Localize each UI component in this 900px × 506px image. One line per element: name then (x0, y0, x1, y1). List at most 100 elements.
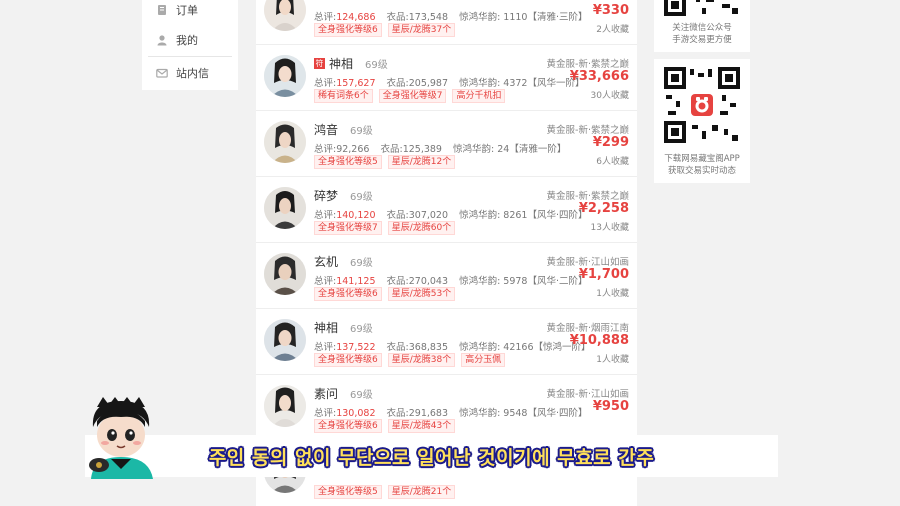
tag: 全身强化等级5 (314, 485, 382, 499)
total-score: 140,120 (336, 210, 376, 221)
tag-list: 全身强化等级6 星辰/龙腾53个 (314, 287, 456, 301)
total-score: 92,266 (336, 144, 370, 155)
mail-icon (156, 67, 168, 79)
outfit-score: 173,548 (408, 12, 449, 23)
tag: 高分千机扣 (452, 89, 506, 103)
favorite-count: 1人收藏 (596, 289, 629, 299)
role-stats: 总评:124,686 衣品:173,548 惊鸿华韵: 1110【清雅·三阶】 (314, 12, 588, 23)
tag: 稀有词条6个 (314, 89, 373, 103)
subtitle-text: 주인 동의 없이 무단으로 일어난 것이기에 무효로 간주 (208, 446, 655, 469)
role-name: 碎梦 (314, 189, 339, 203)
listing-row[interactable]: 玄机 69级 总评:141,125 衣品:270,043 惊鸿华韵: 5978【… (256, 243, 637, 309)
rank-text: 惊鸿华韵: 5978【风华·二阶】 (459, 276, 588, 287)
tag-list: 稀有词条6个 全身强化等级7 高分千机扣 (314, 89, 506, 103)
role-name-line: 素问 69级 (314, 385, 373, 402)
role-level: 69级 (365, 60, 388, 71)
server-name: 黄金服-新·烟雨江南 (546, 323, 629, 334)
total-score: 124,686 (336, 12, 376, 23)
role-avatar (264, 253, 306, 295)
tag: 全身强化等级7 (378, 89, 447, 103)
listing-row[interactable]: 碎梦 69级 总评:140,120 衣品:307,020 惊鸿华韵: 8261【… (256, 177, 637, 243)
nav-item-orders[interactable]: 订单 (142, 0, 238, 25)
nav-label-messages: 站内信 (176, 67, 209, 80)
outfit-score: 368,835 (408, 342, 449, 353)
rare-badge-icon: 符 (314, 58, 325, 69)
favorite-count: 13人收藏 (590, 223, 629, 233)
order-icon (156, 4, 168, 16)
tag: 全身强化等级6 (314, 23, 382, 37)
favorite-count: 2人收藏 (596, 25, 629, 35)
outfit-score: 307,020 (408, 210, 449, 221)
favorite-count: 1人收藏 (596, 355, 629, 365)
tag-list: 全身强化等级5 星辰/龙腾12个 (314, 155, 456, 169)
listing-row[interactable]: 鸿音 69级 总评:92,266 衣品:125,389 惊鸿华韵: 24【清雅一… (256, 111, 637, 177)
role-name: 神相 (314, 321, 339, 335)
tag: 全身强化等级5 (314, 155, 382, 169)
server-name: 黄金服-新·紫禁之巅 (546, 59, 629, 70)
app-qr-icon (662, 65, 742, 145)
outfit-score: 270,043 (408, 276, 449, 287)
price: ¥299 (592, 135, 629, 150)
listing-row[interactable]: 总评:124,686 衣品:173,548 惊鸿华韵: 1110【清雅·三阶】 … (256, 0, 637, 45)
outfit-score: 291,683 (408, 408, 449, 419)
role-stats: 总评:137,522 衣品:368,835 惊鸿华韵: 42166【惊鸿一阶】 (314, 342, 591, 353)
tag-list: 全身强化等级7 星辰/龙腾60个 (314, 221, 456, 235)
price: ¥330 (592, 3, 629, 18)
listing-row[interactable]: 符 神相 69级 总评:157,627 衣品:205,987 惊鸿华韵: 437… (256, 45, 637, 111)
role-name-line: 鸿音 69级 (314, 121, 373, 138)
tag: 星辰/龙腾60个 (387, 221, 456, 235)
role-stats: 总评:157,627 衣品:205,987 惊鸿华韵: 4372【风华一阶】 (314, 78, 585, 89)
price: ¥10,888 (569, 333, 629, 348)
role-level: 69级 (350, 324, 373, 335)
price: ¥1,700 (578, 267, 629, 282)
nav-label-orders: 订单 (176, 4, 198, 17)
tag-list: 全身强化等级6 星辰/龙腾37个 (314, 23, 456, 37)
role-name: 神相 (329, 57, 354, 71)
role-avatar (264, 55, 306, 97)
app-qr-caption-1: 下载网易藏宝阁APP (664, 154, 740, 164)
tag: 全身强化等级6 (314, 353, 382, 367)
tag: 星辰/龙腾37个 (387, 23, 456, 37)
role-avatar (264, 385, 306, 427)
tag: 星辰/龙腾21个 (387, 485, 456, 499)
role-name: 鸿音 (314, 123, 339, 137)
role-stats: 总评:140,120 衣品:307,020 惊鸿华韵: 8261【风华·四阶】 (314, 210, 588, 221)
total-score: 130,082 (336, 408, 376, 419)
role-level: 69级 (350, 192, 373, 203)
tag-list: 全身强化等级6 星辰/龙腾43个 (314, 419, 456, 433)
listing-panel: 总评:124,686 衣品:173,548 惊鸿华韵: 1110【清雅·三阶】 … (256, 0, 637, 506)
role-stats: 总评:92,266 衣品:125,389 惊鸿华韵: 24【清雅一阶】 (314, 144, 567, 155)
wechat-qr-caption-1: 关注微信公众号 (672, 23, 732, 33)
nav-label-mine: 我的 (176, 34, 198, 47)
rank-text: 惊鸿华韵: 1110【清雅·三阶】 (459, 12, 588, 23)
role-level: 69级 (350, 126, 373, 137)
role-name-line: 玄机 69级 (314, 253, 373, 270)
wechat-qr-box: 关注微信公众号 手游交易更方便 (654, 0, 750, 52)
tag: 星辰/龙腾12个 (387, 155, 456, 169)
rank-text: 惊鸿华韵: 8261【风华·四阶】 (459, 210, 588, 221)
role-name-line: 符 神相 69级 (314, 55, 388, 72)
server-name: 黄金服-新·紫禁之巅 (546, 125, 629, 136)
role-avatar (264, 187, 306, 229)
nav-item-mine[interactable]: 我的 (142, 25, 238, 55)
tag: 全身强化等级6 (314, 287, 382, 301)
role-stats: 总评:141,125 衣品:270,043 惊鸿华韵: 5978【风华·二阶】 (314, 276, 588, 287)
nav-divider (148, 56, 232, 57)
rank-text: 惊鸿华韵: 4372【风华一阶】 (459, 78, 585, 89)
tag: 高分玉佩 (461, 353, 506, 367)
role-avatar (264, 0, 306, 31)
tag: 全身强化等级7 (314, 221, 382, 235)
role-avatar (264, 121, 306, 163)
rank-text: 惊鸿华韵: 9548【风华·四阶】 (459, 408, 588, 419)
server-name: 黄金服-新·江山如画 (546, 257, 629, 268)
listing-row[interactable]: 神相 69级 总评:137,522 衣品:368,835 惊鸿华韵: 42166… (256, 309, 637, 375)
role-stats: 总评:130,082 衣品:291,683 惊鸿华韵: 9548【风华·四阶】 (314, 408, 588, 419)
tag-list: 全身强化等级6 星辰/龙腾38个 高分玉佩 (314, 353, 506, 367)
server-name: 黄金服-新·江山如画 (546, 389, 629, 400)
role-avatar (264, 319, 306, 361)
nav-item-messages[interactable]: 站内信 (142, 58, 238, 88)
tag-list: 全身强化等级5 星辰/龙腾21个 (314, 485, 456, 499)
role-name: 玄机 (314, 255, 339, 269)
favorite-count: 6人收藏 (596, 157, 629, 167)
listing-row[interactable]: 素问 69级 总评:130,082 衣品:291,683 惊鸿华韵: 9548【… (256, 375, 637, 441)
